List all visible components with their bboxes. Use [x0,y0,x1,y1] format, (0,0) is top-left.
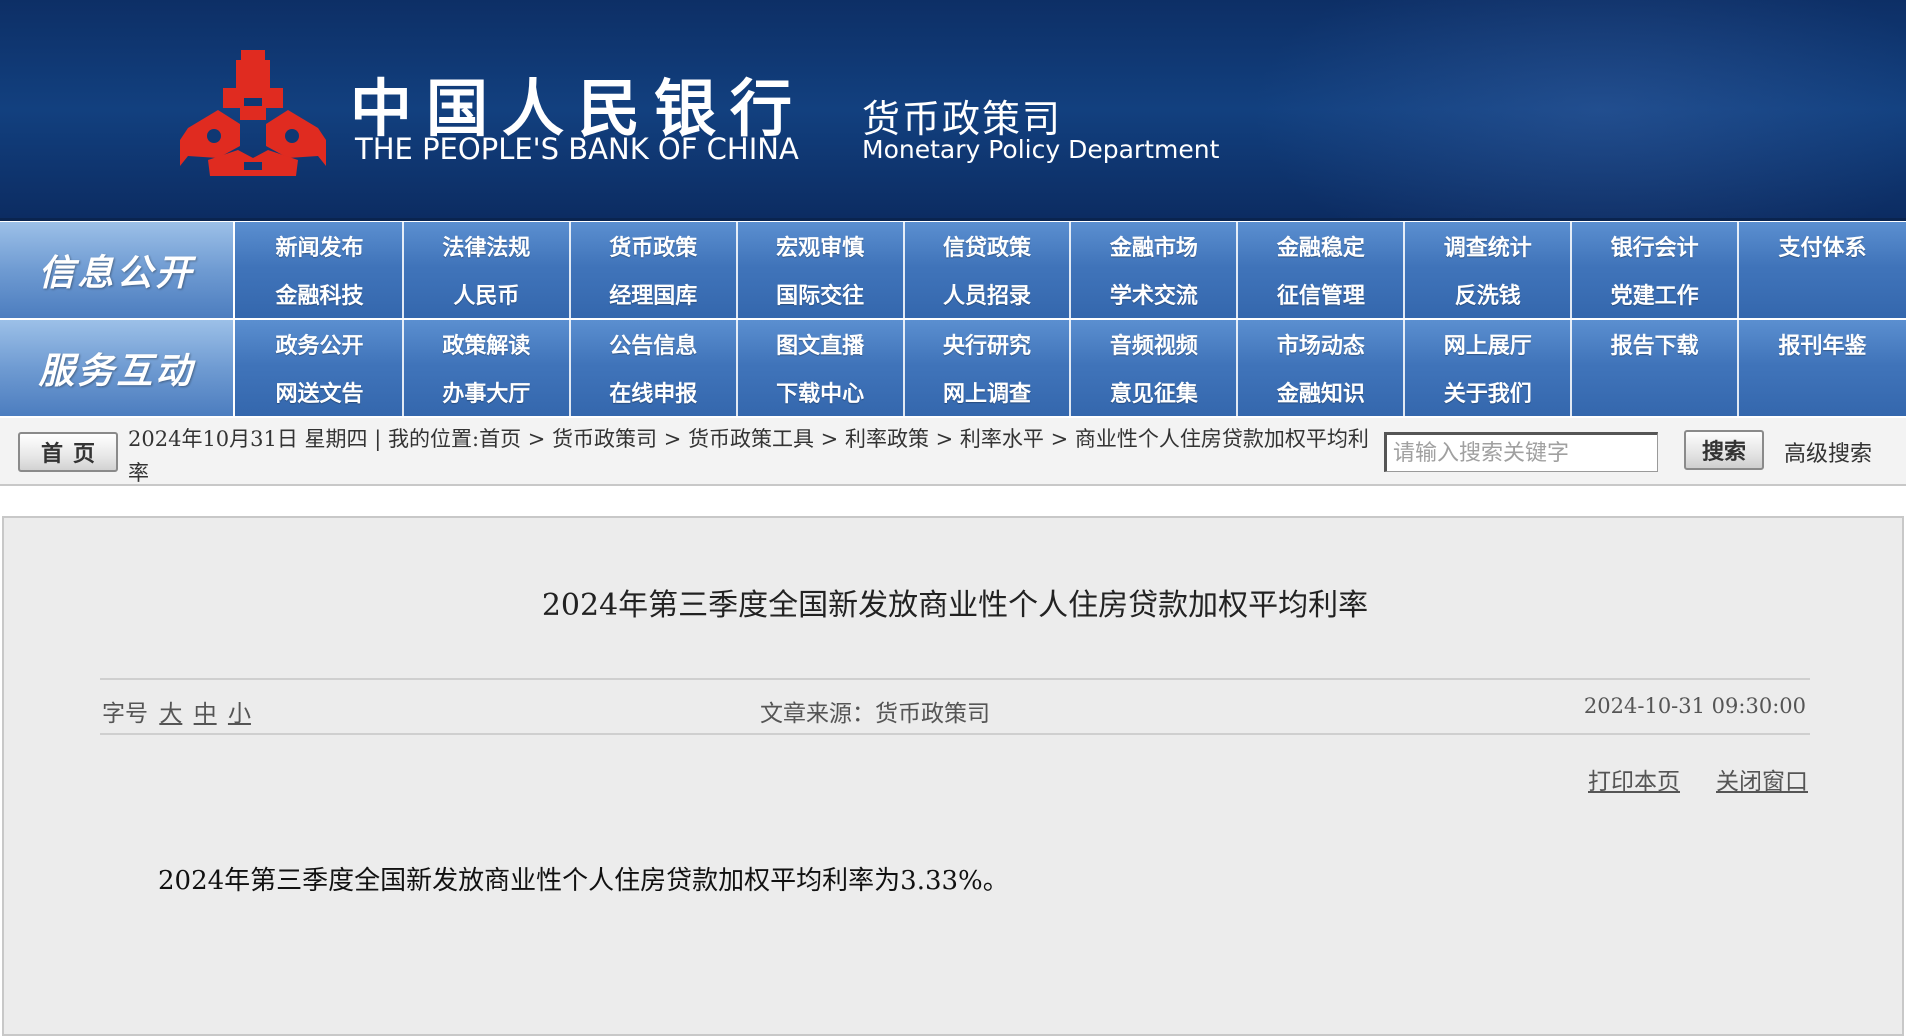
nav-item-download-center[interactable]: 下载中心 [738,368,905,416]
font-size-large-link[interactable]: 大 [159,701,182,727]
nav-section-label-info: 信息公开 [0,222,235,318]
nav-item-report-download[interactable]: 报告下载 [1572,320,1740,368]
nav-item-research[interactable]: 央行研究 [905,320,1072,368]
nav-item-financial-market[interactable]: 金融市场 [1071,222,1239,270]
nav-service-interaction: 服务互动 政务公开 政策解读 公告信息 图文直播 央行研究 音频视频 市场动态 … [0,320,1906,416]
article-source: 文章来源：货币政策司 [760,694,990,728]
article-panel: 2024年第三季度全国新发放商业性个人住房贷款加权平均利率 字号 大 中 小 文… [2,516,1904,1036]
source-value: 货币政策司 [875,701,990,727]
breadcrumb-item-home[interactable]: 首页 [479,427,521,451]
nav-item-anti-money-laundering[interactable]: 反洗钱 [1405,270,1573,318]
nav-item-opinion-collection[interactable]: 意见征集 [1071,368,1239,416]
source-label: 文章来源： [760,701,875,727]
header-banner: 中国人民银行 THE PEOPLE'S BANK OF CHINA 货币政策司 … [0,0,1906,221]
breadcrumb-separator: | [374,427,382,451]
breadcrumb-item-rate-level[interactable]: 利率水平 [960,427,1044,451]
breadcrumb-sep: > [1043,427,1075,451]
nav-item-online-exhibition[interactable]: 网上展厅 [1405,320,1573,368]
nav-item-treasury[interactable]: 经理国库 [571,270,738,318]
nav-item-payment-system[interactable]: 支付体系 [1739,222,1906,270]
print-page-link[interactable]: 打印本页 [1588,762,1680,796]
search-input[interactable] [1384,432,1658,472]
nav-item-laws[interactable]: 法律法规 [404,222,571,270]
breadcrumb-item-tools[interactable]: 货币政策工具 [688,427,814,451]
divider [100,678,1810,680]
nav-item-service-hall[interactable]: 办事大厅 [404,368,571,416]
breadcrumb-sep: > [521,427,553,451]
nav-item-party-building[interactable]: 党建工作 [1572,270,1740,318]
font-size-controls: 字号 大 中 小 [102,694,251,728]
nav-item-empty [1739,368,1906,416]
nav-item-financial-knowledge[interactable]: 金融知识 [1238,368,1406,416]
font-size-medium-link[interactable]: 中 [194,701,217,727]
nav-item-rmb[interactable]: 人民币 [404,270,571,318]
nav-item-macro-prudential[interactable]: 宏观审慎 [738,222,905,270]
nav-item-documents[interactable]: 网送文告 [237,368,404,416]
divider [100,733,1810,735]
nav-item-announcements[interactable]: 公告信息 [571,320,738,368]
close-window-link[interactable]: 关闭窗口 [1716,762,1808,796]
nav-item-academic[interactable]: 学术交流 [1071,270,1239,318]
publish-timestamp: 2024-10-31 09:30:00 [1583,694,1806,718]
nav-item-bank-accounting[interactable]: 银行会计 [1572,222,1740,270]
pboc-emblem-icon [180,50,326,176]
nav-item-yearbook[interactable]: 报刊年鉴 [1739,320,1906,368]
nav-service-grid: 政务公开 政策解读 公告信息 图文直播 央行研究 音频视频 市场动态 网上展厅 … [237,320,1906,416]
breadcrumb-bar: 首页 2024年10月31日 星期四 | 我的位置:首页 > 货币政策司 > 货… [0,418,1906,486]
nav-item-news[interactable]: 新闻发布 [237,222,404,270]
location-prefix: 我的位置: [388,427,480,451]
home-button[interactable]: 首页 [18,432,118,472]
article-body: 2024年第三季度全国新发放商业性个人住房贷款加权平均利率为3.33%。 [158,866,1009,896]
nav-item-credit-reference[interactable]: 征信管理 [1238,270,1406,318]
nav-item-fintech[interactable]: 金融科技 [237,270,404,318]
nav-item-online-declaration[interactable]: 在线申报 [571,368,738,416]
article-title: 2024年第三季度全国新发放商业性个人住房贷款加权平均利率 [541,588,1369,623]
font-size-small-link[interactable]: 小 [228,701,251,727]
nav-item-about-us[interactable]: 关于我们 [1405,368,1573,416]
nav-item-government-affairs[interactable]: 政务公开 [237,320,404,368]
search-button[interactable]: 搜索 [1684,430,1764,470]
breadcrumb-item-dept[interactable]: 货币政策司 [552,427,657,451]
nav-item-audio-video[interactable]: 音频视频 [1071,320,1239,368]
breadcrumb-sep: > [657,427,688,451]
department-name-en: Monetary Policy Department [862,135,1220,164]
nav-item-market-news[interactable]: 市场动态 [1238,320,1406,368]
advanced-search-link[interactable]: 高级搜索 [1784,436,1872,468]
nav-item-online-survey[interactable]: 网上调查 [905,368,1072,416]
nav-item-statistics[interactable]: 调查统计 [1405,222,1573,270]
nav-item-live-broadcast[interactable]: 图文直播 [738,320,905,368]
current-date: 2024年10月31日 星期四 [128,427,368,451]
banner-glow [1250,0,1906,218]
nav-item-monetary-policy[interactable]: 货币政策 [571,222,738,270]
breadcrumb-sep: > [814,427,845,451]
breadcrumb-sep: > [928,427,960,451]
nav-section-label-service: 服务互动 [0,320,235,416]
nav-item-empty [1739,270,1906,318]
breadcrumb-item-rate-policy[interactable]: 利率政策 [845,427,929,451]
nav-item-policy-interpretation[interactable]: 政策解读 [404,320,571,368]
nav-item-credit-policy[interactable]: 信贷政策 [905,222,1072,270]
nav-item-empty [1572,368,1740,416]
nav-info-grid: 新闻发布 法律法规 货币政策 宏观审慎 信贷政策 金融市场 金融稳定 调查统计 … [237,222,1906,318]
nav-info-disclosure: 信息公开 新闻发布 法律法规 货币政策 宏观审慎 信贷政策 金融市场 金融稳定 … [0,222,1906,318]
nav-item-international[interactable]: 国际交往 [738,270,905,318]
nav-item-financial-stability[interactable]: 金融稳定 [1238,222,1406,270]
font-size-label: 字号 [102,701,148,727]
breadcrumb: 2024年10月31日 星期四 | 我的位置:首页 > 货币政策司 > 货币政策… [128,422,1383,490]
bank-name-en: THE PEOPLE'S BANK OF CHINA [355,132,799,166]
nav-item-recruitment[interactable]: 人员招录 [905,270,1072,318]
